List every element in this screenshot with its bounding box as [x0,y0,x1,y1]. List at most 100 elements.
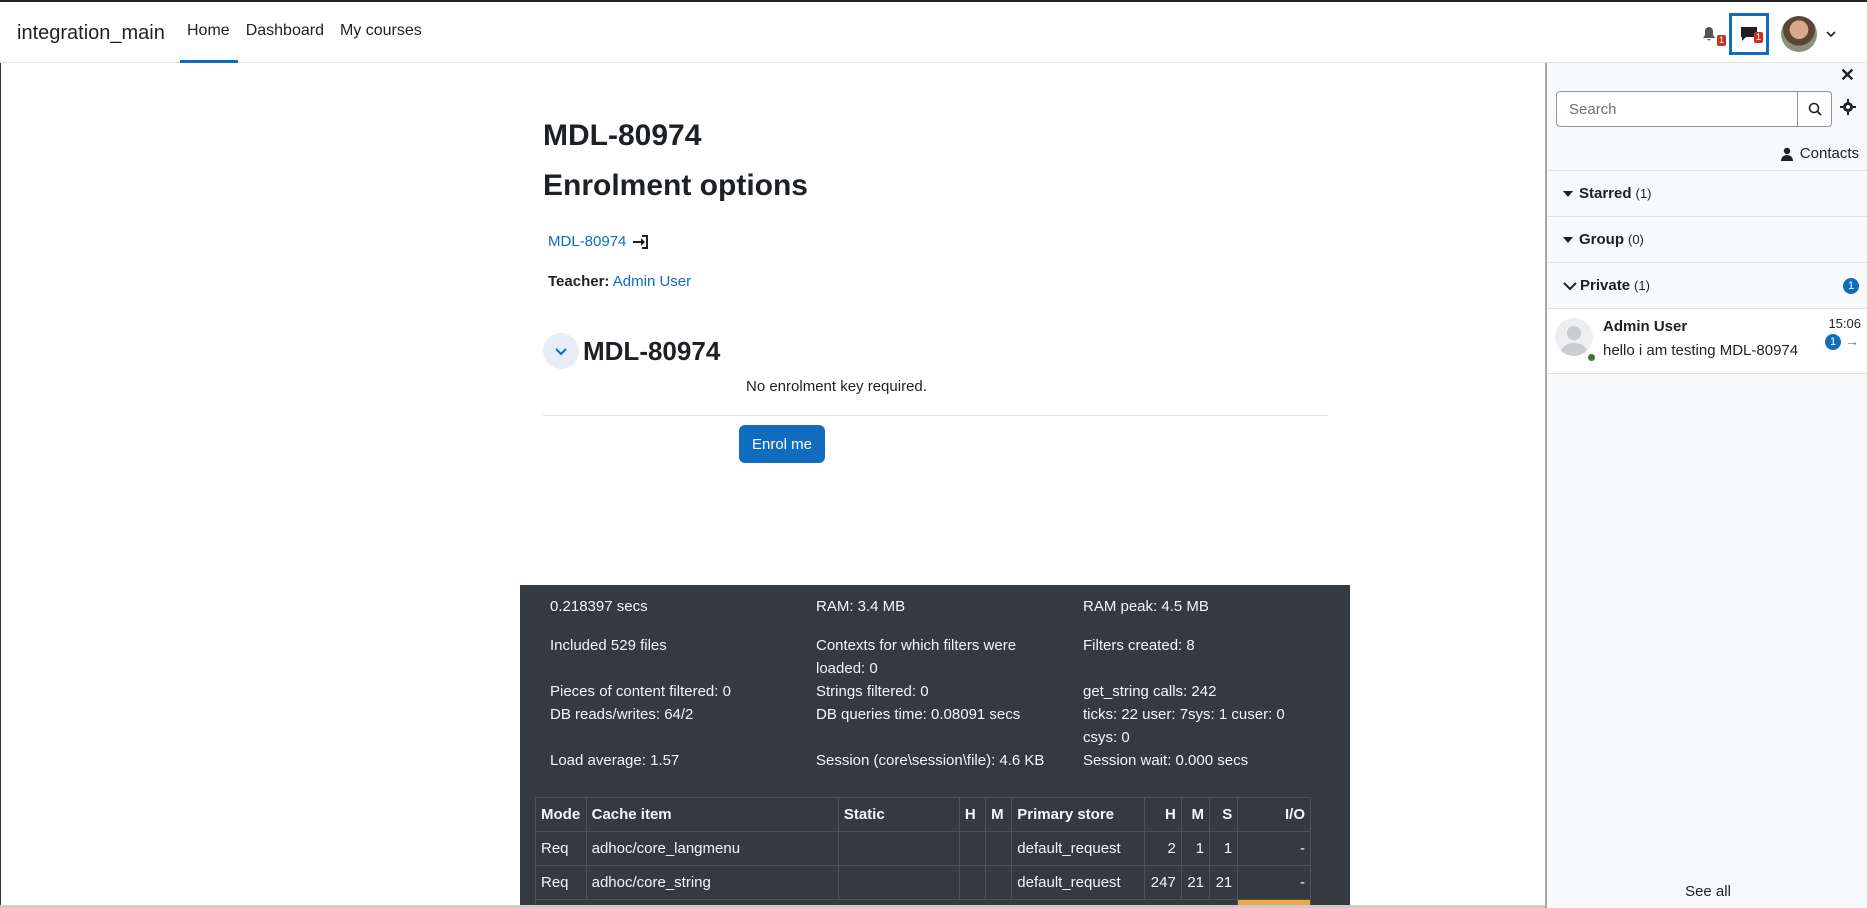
user-icon [1780,147,1793,161]
group-starred[interactable]: Starred (1) [1547,170,1867,216]
table-cell [958,865,987,900]
teacher-line: Teacher: Admin User [548,273,691,290]
course-link[interactable]: MDL-80974 [548,233,649,250]
divider [543,415,1328,416]
course-heading: MDL-80974 [543,119,702,152]
nav-my-courses[interactable]: My courses [332,2,430,63]
user-avatar[interactable] [1781,16,1817,52]
table-cell [837,865,960,900]
close-icon[interactable]: ✕ [1840,65,1855,86]
perf-item: Load average: 1.57 [550,752,680,769]
online-indicator [1587,353,1596,362]
enrol-me-button[interactable]: Enrol me [739,425,825,463]
group-count: (1) [1634,278,1650,293]
gear-icon[interactable] [1840,99,1856,115]
table-row: Req adhoc/core_langmenu default_request … [535,831,1311,866]
perf-item: ticks: 22 user: 7sys: 1 cuser: 0 csys: 0 [1083,706,1285,746]
perf-item: Filters created: 8 [1083,637,1195,654]
notifications-button[interactable]: 1 [1689,13,1729,55]
perf-item: Strings filtered: 0 [816,683,929,700]
search-button[interactable] [1797,91,1832,127]
unread-badge: 1 [1843,277,1859,294]
table-cell: 2 [1144,831,1182,866]
search-icon [1808,102,1822,116]
column-header: M [985,797,1013,832]
column-header: Mode [535,797,587,832]
column-header: I/O [1237,797,1311,832]
table-cell: Req [535,831,587,866]
caret-down-icon [1563,236,1573,243]
perf-item: RAM peak: 4.5 MB [1083,598,1209,615]
nav-home[interactable]: Home [180,2,238,63]
messages-button[interactable]: 1 [1729,13,1769,55]
table-cell: - [1237,865,1311,900]
enrol-section-title: MDL-80974 [583,336,721,366]
table-cell: Req [535,865,587,900]
message-drawer: ✕ Search Contacts Starred (1) Group (0) … [1545,63,1867,908]
top-navbar: integration_main Home Dashboard My cours… [0,0,1867,63]
contacts-label: Contacts [1799,145,1859,162]
page-title: Enrolment options [543,169,808,202]
table-cell: default_request [1011,831,1146,866]
table-row: Req adhoc/core_string default_request 24… [535,865,1311,900]
contact-avatar [1555,318,1593,356]
perf-item: DB queries time: 0.08091 secs [816,706,1021,723]
group-label: Starred [1579,185,1632,202]
teacher-link[interactable]: Admin User [613,273,691,290]
no-key-text: No enrolment key required. [746,378,927,395]
group-group[interactable]: Group (0) [1547,216,1867,262]
sign-in-icon [633,234,649,249]
column-header: H [1144,797,1182,832]
performance-info: 0.218397 secs RAM: 3.4 MB RAM peak: 4.5 … [520,585,1350,908]
column-header: M [1180,797,1211,832]
perf-item: get_string calls: 242 [1083,683,1217,700]
perf-item: DB reads/writes: 64/2 [550,706,694,723]
conversation-name: Admin User [1603,318,1688,335]
column-header: Primary store [1011,797,1146,832]
perf-item: Session (core\session\file): 4.6 KB [816,752,1045,769]
perf-item: Included 529 files [550,637,667,654]
cache-table: Mode Cache item Static H M Primary store… [534,797,1311,908]
perf-item: Session wait: 0.000 secs [1083,752,1249,769]
table-cell: adhoc/core_string [585,865,839,900]
table-cell: 21 [1180,865,1211,900]
group-label: Group [1579,231,1624,248]
see-all-link[interactable]: See all [1547,883,1867,900]
caret-down-icon [1563,190,1573,197]
group-label: Private [1580,277,1631,294]
notifications-count-badge: 1 [1716,35,1726,46]
table-cell: default_request [1011,865,1146,900]
table-cell [985,865,1013,900]
primary-nav: Home Dashboard My courses [180,2,430,63]
column-header: Static [837,797,960,832]
conversation-item[interactable]: Admin User hello i am testing MDL-80974 … [1547,308,1867,374]
group-private[interactable]: Private (1) 1 [1547,262,1867,308]
bell-icon [1703,27,1715,41]
main-region: MDL-80974 Enrolment options MDL-80974 Te… [0,63,1545,908]
conversation-time: 15:06 [1828,316,1861,331]
group-count: (1) [1635,186,1652,201]
table-cell: 1 [1180,831,1211,866]
table-cell: 1 [1209,831,1239,866]
perf-item: Pieces of content filtered: 0 [550,683,731,700]
messages-count-badge: 1 [1753,32,1763,43]
teacher-label: Teacher: [548,273,610,290]
group-count: (0) [1628,232,1644,247]
table-cell: 247 [1144,865,1182,900]
table-cell: adhoc/core_langmenu [585,831,839,866]
contacts-link[interactable]: Contacts [1780,145,1859,162]
site-brand[interactable]: integration_main [17,22,165,45]
perf-item: 0.218397 secs [550,598,648,615]
table-cell: 21 [1209,865,1239,900]
table-cell: - [1237,831,1311,866]
table-header-row: Mode Cache item Static H M Primary store… [535,797,1311,832]
search-input[interactable]: Search [1556,91,1798,127]
column-header: S [1209,797,1239,832]
perf-item: RAM: 3.4 MB [816,598,906,615]
user-nav: 1 1 [1689,13,1837,55]
section-collapse-button[interactable] [543,333,579,369]
column-header: Cache item [585,797,839,832]
nav-dashboard[interactable]: Dashboard [238,2,332,63]
column-header: H [958,797,987,832]
chevron-down-icon[interactable] [1825,28,1837,40]
